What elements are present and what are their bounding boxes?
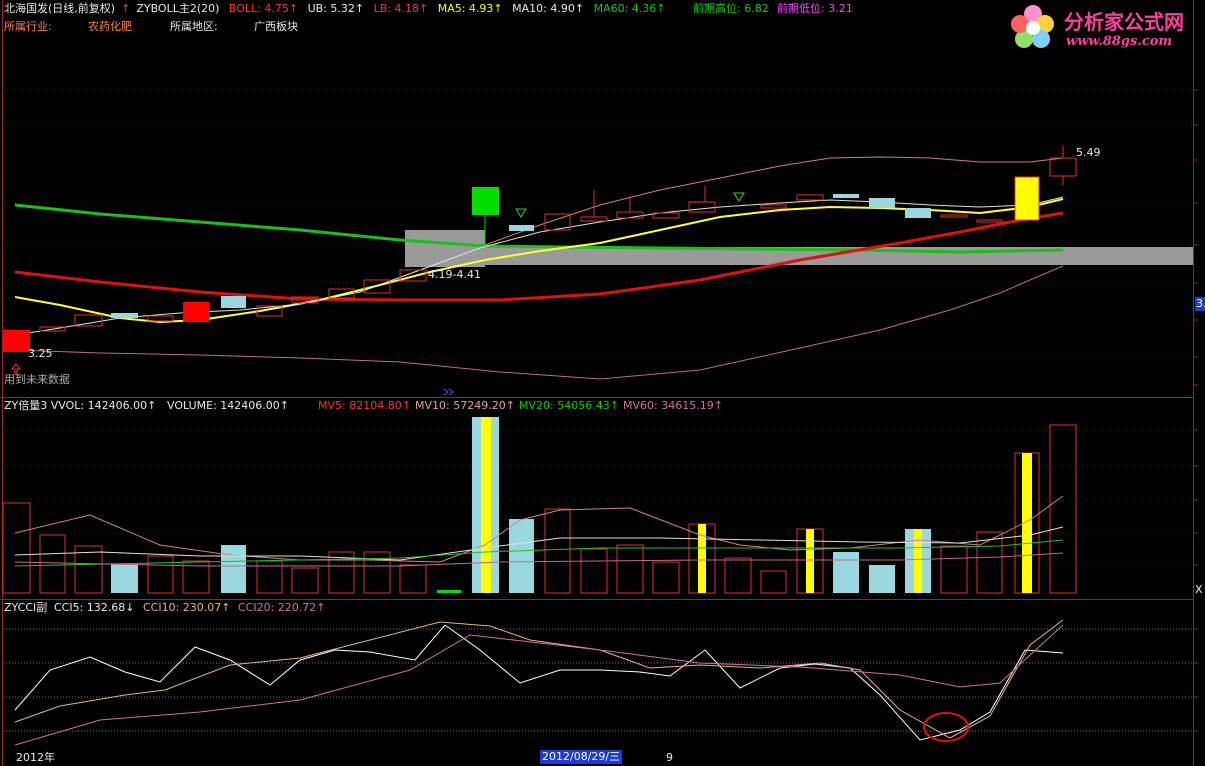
down-signal-arrow-2 <box>733 192 745 202</box>
cci10-line <box>14 619 1064 739</box>
indicator-name[interactable]: ZYBOLL主2(20) <box>136 2 219 15</box>
support-zone-left <box>405 230 485 267</box>
low-price-label: 3.25 <box>28 347 53 360</box>
candle-red-fill <box>183 302 209 322</box>
site-logo: 分析家公式网 www.88gs.com <box>1008 2 1198 52</box>
ma10-value: MA10: 4.90↑ <box>512 2 585 15</box>
cci-title[interactable]: ZYCCI副 <box>4 601 47 615</box>
lb-value: LB: 4.18↑ <box>373 2 429 15</box>
ma60-value: MA60: 4.36↑ <box>593 2 666 15</box>
volume-title[interactable]: ZY倍量3 <box>4 399 47 412</box>
cci5-line <box>14 624 1064 741</box>
cci-gridlines <box>3 628 1193 732</box>
axis-ticks <box>1193 89 1198 732</box>
region-label: 所属地区: <box>170 20 218 33</box>
vvol-value: VVOL: 142406.00↑ <box>50 399 157 412</box>
cci10-value: CCI10: 230.07↑ <box>143 601 231 614</box>
down-signal-arrow-1 <box>515 208 527 218</box>
candle-green-fill <box>472 187 499 215</box>
indicator-arrow-icon: ↑ <box>121 2 131 15</box>
industry-label: 所属行业: <box>4 20 52 33</box>
cursor-date: 2012/08/29/三 <box>540 750 623 764</box>
candle-yellow <box>1014 176 1040 221</box>
mv60-value: MV60: 34615.19↑ <box>623 399 723 412</box>
mv5-value: MV5: 82104.80↑ <box>318 399 411 412</box>
candle-big-red <box>3 330 30 352</box>
high-price-label: 5.49 <box>1076 146 1101 159</box>
month-label: 9 <box>666 751 673 764</box>
logo-url: www.88gs.com <box>1066 34 1173 49</box>
logo-title: 分析家公式网 <box>1064 10 1184 34</box>
cci20-value: CCI20: 220.72↑ <box>238 601 326 614</box>
main-header: 北海国发(日线,前复权) ↑ ZYBOLL主2(20) BOLL: 4.75↑ UB… <box>4 2 672 16</box>
volume-value: VOLUME: 142406.00↑ <box>167 399 289 412</box>
volume-axis-marker: X <box>1195 583 1203 596</box>
range-label: 4.19-4.41 <box>428 268 481 281</box>
ub-value: UB: 5.32↑ <box>307 2 365 15</box>
volume-header: ZY倍量3 VVOL: 142406.00↑ <box>4 399 156 413</box>
boll-value: BOLL: 4.75↑ <box>228 2 299 15</box>
cci5-value: CCI5: 132.68↓ <box>54 601 135 614</box>
industry-value: 农药化肥 <box>88 20 132 33</box>
mv10-value: MV10: 57249.20↑ <box>415 399 515 412</box>
scroll-marker-icon <box>443 388 454 396</box>
prev-high: 前期高位: 6.82 <box>693 2 769 15</box>
price-axis-marker: 3. <box>1195 297 1205 311</box>
cci20-line <box>14 624 1064 746</box>
region-value: 广西板块 <box>254 20 298 33</box>
flower-logo-icon <box>1011 5 1054 48</box>
year-label: 2012年 <box>16 751 55 764</box>
ma5-value: MA5: 4.93↑ <box>437 2 503 15</box>
mv20-value: MV20: 54056.43↑ <box>519 399 619 412</box>
boll-upper-line <box>484 156 1064 246</box>
stock-title[interactable]: 北海国发(日线,前复权) <box>4 2 115 15</box>
chart-canvas[interactable] <box>0 0 1205 766</box>
prev-low: 前期低位: 3.21 <box>777 2 853 15</box>
volume-bars <box>2 417 1077 594</box>
future-data-note: 用到未来数据 <box>4 373 70 386</box>
